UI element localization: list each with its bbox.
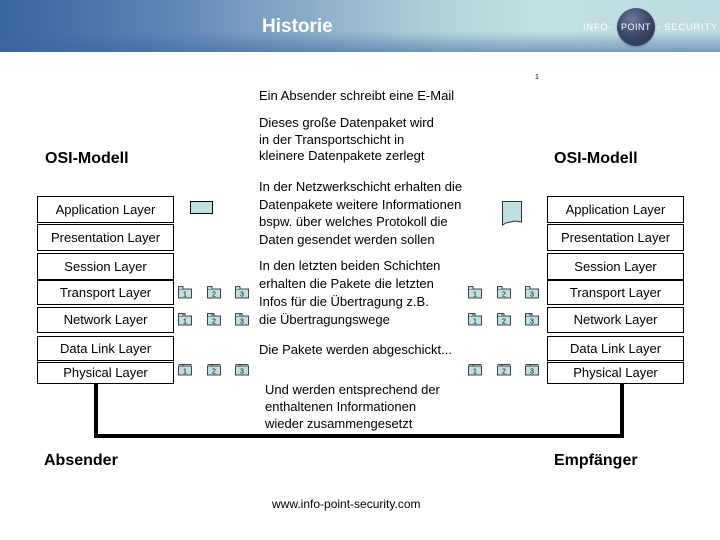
caption-line: In den letzten beiden Schichten [259, 258, 441, 273]
caption-line: die Übertragungswege [259, 312, 390, 327]
svg-text:1: 1 [183, 319, 187, 326]
caption-line: Infos für die Übertragung z.B. [259, 294, 429, 309]
receiver-layer-session: Session Layer [547, 253, 684, 280]
sender-packet-transport-3-icon: 3 [235, 286, 249, 299]
caption-line: Und werden entsprechend der [265, 382, 440, 397]
caption-step-2: Dieses große Datenpaket wird in der Trans… [259, 115, 434, 165]
svg-text:1: 1 [473, 369, 477, 376]
cable-receiver-drop [620, 383, 624, 438]
svg-text:3: 3 [530, 292, 534, 299]
caption-line: bspw. über welches Protokoll die [259, 214, 448, 229]
svg-text:2: 2 [212, 319, 216, 326]
receiver-packet-transport-2-icon: 2 [497, 286, 511, 299]
sender-packet-physical-2-icon: 2 [207, 363, 221, 376]
svg-text:2: 2 [502, 319, 506, 326]
brand-security-text: - SECURITY [657, 22, 719, 32]
footer-url: www.info-point-security.com [272, 497, 421, 511]
svg-text:1: 1 [183, 369, 187, 376]
svg-text:3: 3 [240, 369, 244, 376]
sender-packet-network-3-icon: 3 [235, 313, 249, 326]
page-number: 1 [535, 74, 539, 81]
sender-layer-network: Network Layer [37, 307, 174, 333]
receiver-layer-transport: Transport Layer [547, 279, 684, 305]
sender-layer-presentation: Presentation Layer [37, 224, 174, 251]
sender-layer-session: Session Layer [37, 253, 174, 280]
sender-layer-transport: Transport Layer [37, 279, 174, 305]
caption-step-5: Die Pakete werden abgeschickt... [259, 341, 452, 359]
svg-text:3: 3 [530, 369, 534, 376]
svg-text:1: 1 [183, 292, 187, 299]
caption-line: in der Transportschicht in [259, 131, 405, 147]
svg-text:3: 3 [240, 292, 244, 299]
cable-sender-drop [94, 383, 98, 438]
sender-packet-network-1-icon: 1 [178, 313, 192, 326]
sender-packet-network-2-icon: 2 [207, 313, 221, 326]
caption-line: kleinere Datenpakete zerlegt [259, 148, 425, 163]
sender-layer-application: Application Layer [37, 196, 174, 223]
sender-label: Absender [44, 452, 118, 469]
document-icon [502, 201, 522, 226]
svg-text:2: 2 [502, 369, 506, 376]
receiver-layer-network: Network Layer [547, 307, 684, 333]
receiver-packet-physical-1-icon: 1 [468, 363, 482, 376]
receiver-packet-physical-3-icon: 3 [525, 363, 539, 376]
sender-packet-transport-2-icon: 2 [207, 286, 221, 299]
svg-text:1: 1 [473, 292, 477, 299]
receiver-packet-network-1-icon: 1 [468, 313, 482, 326]
caption-line: erhalten die Pakete die letzten [259, 276, 434, 291]
svg-text:2: 2 [502, 292, 506, 299]
caption-step-4: In den letzten beiden Schichten erhalten … [259, 257, 440, 329]
caption-line: Ein Absender schreibt eine E-Mail [259, 88, 455, 103]
brand-logo: INFO- POINT - SECURITY [0, 0, 720, 52]
caption-step-6: Und werden entsprechend der enthaltenen I… [265, 381, 440, 432]
receiver-packet-physical-2-icon: 2 [497, 363, 511, 376]
receiver-packet-network-2-icon: 2 [497, 313, 511, 326]
receiver-packet-transport-1-icon: 1 [468, 286, 482, 299]
message-block-icon [190, 201, 213, 214]
svg-text:3: 3 [240, 319, 244, 326]
header-banner: Historie INFO- POINT - SECURITY [0, 0, 720, 52]
sender-model-title: OSI-Modell [45, 150, 129, 167]
cable-horizontal [94, 434, 624, 438]
receiver-label: Empfänger [554, 452, 638, 469]
caption-line: In der Netzwerkschicht erhalten die [259, 179, 463, 194]
caption-line: Die Pakete werden abgeschickt... [259, 342, 452, 357]
receiver-layer-physical: Physical Layer [547, 360, 684, 384]
svg-text:1: 1 [473, 319, 477, 326]
brand-info-text: INFO- [583, 22, 613, 32]
caption-line: Dieses große Datenpaket wird [259, 115, 434, 130]
caption-line: Daten gesendet werden sollen [259, 231, 435, 247]
caption-line: enthaltenen Informationen [265, 399, 417, 414]
caption-step-3: In der Netzwerkschicht erhalten die Daten… [259, 178, 462, 248]
receiver-packet-transport-3-icon: 3 [525, 286, 539, 299]
svg-text:3: 3 [530, 319, 534, 326]
sender-layer-data-link: Data Link Layer [37, 336, 174, 361]
sender-packet-physical-3-icon: 3 [235, 363, 249, 376]
svg-text:2: 2 [212, 369, 216, 376]
sender-layer-physical: Physical Layer [37, 360, 174, 384]
receiver-model-title: OSI-Modell [554, 150, 638, 167]
receiver-packet-network-3-icon: 3 [525, 313, 539, 326]
caption-step-1: Ein Absender schreibt eine E-Mail [259, 87, 454, 105]
receiver-layer-application: Application Layer [547, 196, 684, 223]
receiver-layer-presentation: Presentation Layer [547, 224, 684, 251]
caption-line: wieder zusammengesetzt [265, 416, 413, 431]
sender-packet-physical-1-icon: 1 [178, 363, 192, 376]
svg-text:2: 2 [212, 292, 216, 299]
caption-line: Datenpakete weitere Informationen [259, 196, 462, 212]
sender-packet-transport-1-icon: 1 [178, 286, 192, 299]
brand-point-text: POINT [621, 22, 652, 32]
receiver-layer-data-link: Data Link Layer [547, 336, 684, 361]
